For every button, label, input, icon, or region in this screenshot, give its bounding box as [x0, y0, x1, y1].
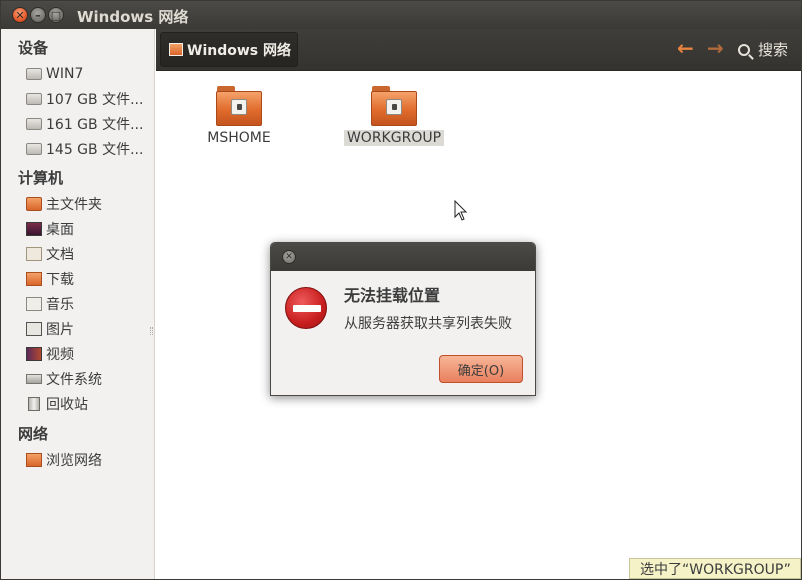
documents-icon — [26, 247, 42, 261]
window-title: Windows 网络 — [77, 8, 189, 26]
dialog-close-button[interactable]: ✕ — [282, 250, 296, 264]
sidebar-resize-handle[interactable] — [150, 327, 153, 335]
sidebar-item-desktop[interactable]: 桌面 — [26, 219, 74, 239]
sidebar-item-label: 音乐 — [46, 297, 74, 313]
back-button[interactable]: ← — [677, 38, 694, 58]
dialog-primary-text: 无法挂载位置 — [344, 286, 441, 305]
sidebar-item-documents[interactable]: 文档 — [26, 244, 74, 264]
folder-label-selected: WORKGROUP — [343, 130, 445, 146]
videos-icon — [26, 347, 42, 361]
maximize-icon: □ — [50, 8, 62, 22]
sidebar: 设备 WIN7 107 GB 文件... 161 GB 文件... 145 GB… — [1, 29, 155, 579]
error-dialog: ✕ 无法挂载位置 从服务器获取共享列表失败 确定(O) — [270, 242, 536, 396]
sidebar-item-downloads[interactable]: 下载 — [26, 269, 74, 289]
trash-icon — [28, 397, 40, 411]
forward-button[interactable]: → — [707, 38, 724, 58]
sidebar-item-label: 视频 — [46, 347, 74, 363]
sidebar-item-label: 主文件夹 — [46, 197, 102, 213]
network-folder-icon — [216, 86, 262, 126]
drive-icon — [26, 93, 42, 105]
minimize-icon: – — [35, 8, 41, 22]
sidebar-section-computer: 计算机 — [18, 169, 64, 187]
sidebar-item-145gb[interactable]: 145 GB 文件... — [26, 139, 143, 159]
ok-button[interactable]: 确定(O) — [439, 355, 523, 383]
pictures-icon — [26, 322, 42, 336]
desktop-icon — [26, 222, 42, 236]
sidebar-item-pictures[interactable]: 图片 — [26, 319, 74, 339]
music-icon — [26, 297, 42, 311]
sidebar-item-label: 下载 — [46, 272, 74, 288]
sidebar-item-home[interactable]: 主文件夹 — [26, 194, 102, 214]
downloads-icon — [26, 272, 42, 286]
sidebar-item-filesystem[interactable]: 文件系统 — [26, 369, 102, 389]
home-folder-icon — [26, 197, 42, 211]
sidebar-item-browse-network[interactable]: 浏览网络 — [26, 450, 102, 470]
minimize-window-button[interactable]: – — [30, 7, 46, 23]
file-manager-window: ✕ – □ Windows 网络 设备 WIN7 107 GB 文件... 16… — [0, 0, 802, 580]
sidebar-item-label: 文档 — [46, 247, 74, 263]
sidebar-section-devices: 设备 — [18, 39, 49, 57]
sidebar-item-107gb[interactable]: 107 GB 文件... — [26, 89, 143, 109]
close-icon: ✕ — [15, 8, 25, 22]
search-icon — [738, 43, 750, 56]
toolbar: Windows 网络 ← → 搜索 — [156, 29, 801, 71]
search-button[interactable]: 搜索 — [738, 39, 788, 60]
mouse-pointer-icon — [454, 200, 468, 221]
status-bar: 选中了“WORKGROUP” — [629, 558, 801, 579]
network-icon — [169, 43, 183, 56]
folder-item-mshome[interactable]: MSHOME — [184, 86, 294, 146]
sidebar-item-label: 文件系统 — [46, 372, 102, 388]
arrow-left-icon: ← — [677, 36, 694, 60]
sidebar-item-trash[interactable]: 回收站 — [26, 394, 88, 414]
sidebar-item-label: 145 GB 文件... — [46, 142, 144, 158]
sidebar-item-label: 浏览网络 — [46, 453, 102, 469]
sidebar-item-label: 161 GB 文件... — [46, 117, 144, 133]
sidebar-item-161gb[interactable]: 161 GB 文件... — [26, 114, 143, 134]
sidebar-item-label: 回收站 — [46, 397, 88, 413]
sidebar-item-label: 107 GB 文件... — [46, 92, 144, 108]
arrow-right-icon: → — [707, 36, 724, 60]
dialog-secondary-text: 从服务器获取共享列表失败 — [344, 316, 512, 332]
search-label: 搜索 — [758, 41, 789, 59]
title-bar: ✕ – □ Windows 网络 — [1, 1, 801, 29]
folder-item-workgroup[interactable]: WORKGROUP — [339, 86, 449, 146]
sidebar-item-label: 图片 — [46, 322, 74, 338]
drive-icon — [26, 68, 42, 80]
network-icon — [26, 453, 42, 467]
close-icon: ✕ — [285, 252, 293, 262]
close-window-button[interactable]: ✕ — [12, 7, 28, 23]
sidebar-item-label: WIN7 — [46, 66, 84, 82]
error-stop-icon — [285, 287, 327, 329]
filesystem-icon — [26, 374, 42, 384]
breadcrumb-windows-network[interactable]: Windows 网络 — [160, 32, 298, 67]
drive-icon — [26, 143, 42, 155]
drive-icon — [26, 118, 42, 130]
dialog-title-bar: ✕ — [271, 243, 535, 271]
sidebar-section-network: 网络 — [18, 425, 49, 443]
breadcrumb-label: Windows 网络 — [187, 42, 291, 59]
folder-label: MSHOME — [207, 130, 271, 146]
sidebar-item-label: 桌面 — [46, 222, 74, 238]
network-folder-icon — [371, 86, 417, 126]
sidebar-item-videos[interactable]: 视频 — [26, 344, 74, 364]
maximize-window-button[interactable]: □ — [48, 7, 64, 23]
sidebar-item-music[interactable]: 音乐 — [26, 294, 74, 314]
sidebar-item-win7[interactable]: WIN7 — [26, 64, 83, 84]
